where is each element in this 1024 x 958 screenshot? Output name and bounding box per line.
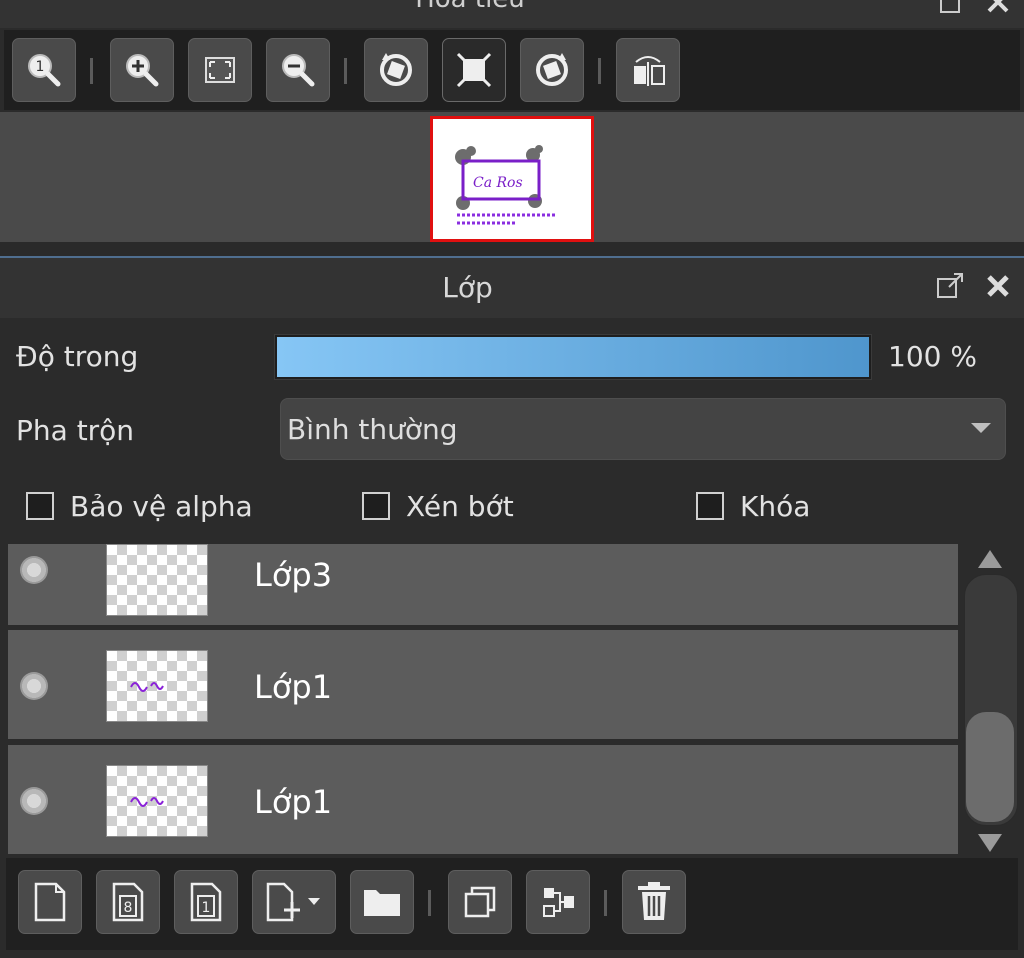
visibility-toggle-icon[interactable] xyxy=(20,672,48,700)
blend-mode-value: Bình thường xyxy=(287,413,458,446)
visibility-toggle-icon[interactable] xyxy=(20,556,48,584)
new-1bit-layer-icon: 1 xyxy=(186,880,226,924)
blend-mode-label: Pha trộn xyxy=(16,414,135,447)
new-layer-button[interactable] xyxy=(18,870,82,934)
panel-splitter[interactable] xyxy=(0,242,1024,258)
scrollbar-thumb[interactable] xyxy=(966,712,1014,822)
delete-layer-button[interactable] xyxy=(622,870,686,934)
zoom-out-button[interactable] xyxy=(266,38,330,102)
zoom-out-icon xyxy=(278,50,318,90)
chevron-down-icon xyxy=(971,423,991,433)
opacity-slider[interactable] xyxy=(274,334,872,380)
checkbox-label: Khóa xyxy=(740,489,811,523)
new-folder-button[interactable] xyxy=(350,870,414,934)
add-layer-dropdown-button[interactable] xyxy=(252,870,336,934)
flip-horizontal-icon xyxy=(628,50,668,90)
fit-canvas-icon xyxy=(454,50,494,90)
rotate-left-button[interactable] xyxy=(364,38,428,102)
new-8bit-layer-icon: 8 xyxy=(108,880,148,924)
duplicate-layer-button[interactable] xyxy=(448,870,512,934)
layers-list: Lớp3 Lớp1 Lớp1 xyxy=(8,544,958,854)
svg-text:8: 8 xyxy=(124,900,133,916)
undock-icon[interactable] xyxy=(934,270,966,302)
delete-layer-icon xyxy=(634,880,674,924)
zoom-actual-icon: 1 xyxy=(24,50,64,90)
scroll-down-icon[interactable] xyxy=(978,834,1002,852)
new-folder-icon xyxy=(360,882,404,922)
blend-mode-select[interactable]: Bình thường xyxy=(280,398,1006,460)
merge-down-button[interactable] xyxy=(526,870,590,934)
layer-row[interactable]: Lớp1 xyxy=(8,630,958,742)
protect-alpha-checkbox[interactable]: Bảo vệ alpha xyxy=(26,486,253,526)
navigator-header: Hoa tiêu xyxy=(0,0,1024,28)
opacity-value: 100 % xyxy=(888,340,977,373)
clipping-checkbox[interactable]: Xén bớt xyxy=(362,486,514,526)
opacity-slider-fill xyxy=(277,337,869,377)
navigator-preview-thumbnail[interactable]: Ca Ros xyxy=(430,116,594,242)
layer-row[interactable]: Lớp3 xyxy=(8,544,958,628)
rotate-left-icon xyxy=(376,50,416,90)
scroll-up-icon[interactable] xyxy=(978,550,1002,568)
separator xyxy=(598,58,601,84)
new-8bit-layer-button[interactable]: 8 xyxy=(96,870,160,934)
close-icon[interactable] xyxy=(982,0,1014,18)
svg-text:1: 1 xyxy=(202,900,211,916)
layer-thumbnail xyxy=(106,650,208,722)
checkbox-box[interactable] xyxy=(696,492,724,520)
new-1bit-layer-button[interactable]: 1 xyxy=(174,870,238,934)
canvas-preview-image: Ca Ros xyxy=(433,119,591,239)
checkbox-label: Bảo vệ alpha xyxy=(70,489,253,523)
svg-text:Ca Ros: Ca Ros xyxy=(473,175,523,191)
new-layer-icon xyxy=(30,880,70,924)
layer-name: Lớp3 xyxy=(254,556,333,594)
duplicate-layer-icon xyxy=(460,882,500,922)
svg-text:1: 1 xyxy=(36,59,45,75)
separator xyxy=(604,890,607,916)
layer-toolbar: 8 1 xyxy=(6,858,1018,950)
layer-name: Lớp1 xyxy=(254,668,333,706)
close-icon[interactable] xyxy=(982,270,1014,302)
layer-row[interactable]: Lớp1 xyxy=(8,745,958,854)
opacity-label: Độ trong xyxy=(16,340,139,373)
lock-checkbox[interactable]: Khóa xyxy=(696,486,810,526)
zoom-actual-button[interactable]: 1 xyxy=(12,38,76,102)
add-layer-dropdown-icon xyxy=(262,880,326,924)
rotate-right-icon xyxy=(532,50,572,90)
layers-scrollbar[interactable] xyxy=(962,544,1018,856)
merge-down-icon xyxy=(538,882,578,922)
checkbox-label: Xén bớt xyxy=(406,489,514,523)
navigator-title: Hoa tiêu xyxy=(0,0,940,14)
fit-canvas-button[interactable] xyxy=(442,38,506,102)
layer-thumbnail xyxy=(106,765,208,837)
visibility-toggle-icon[interactable] xyxy=(20,787,48,815)
zoom-in-icon xyxy=(122,50,162,90)
layer-name: Lớp1 xyxy=(254,783,333,821)
checkbox-box[interactable] xyxy=(26,492,54,520)
separator xyxy=(90,58,93,84)
layer-thumbnail xyxy=(106,544,208,616)
separator xyxy=(344,58,347,84)
fit-screen-icon xyxy=(200,50,240,90)
layer-panel-header: Lớp xyxy=(0,258,1024,318)
fit-screen-button[interactable] xyxy=(188,38,252,102)
checkbox-box[interactable] xyxy=(362,492,390,520)
separator xyxy=(428,890,431,916)
zoom-in-button[interactable] xyxy=(110,38,174,102)
rotate-right-button[interactable] xyxy=(520,38,584,102)
flip-horizontal-button[interactable] xyxy=(616,38,680,102)
navigator-toolbar: 1 xyxy=(4,30,1020,110)
undock-icon[interactable] xyxy=(936,0,968,18)
layer-panel-title: Lớp xyxy=(442,271,493,304)
